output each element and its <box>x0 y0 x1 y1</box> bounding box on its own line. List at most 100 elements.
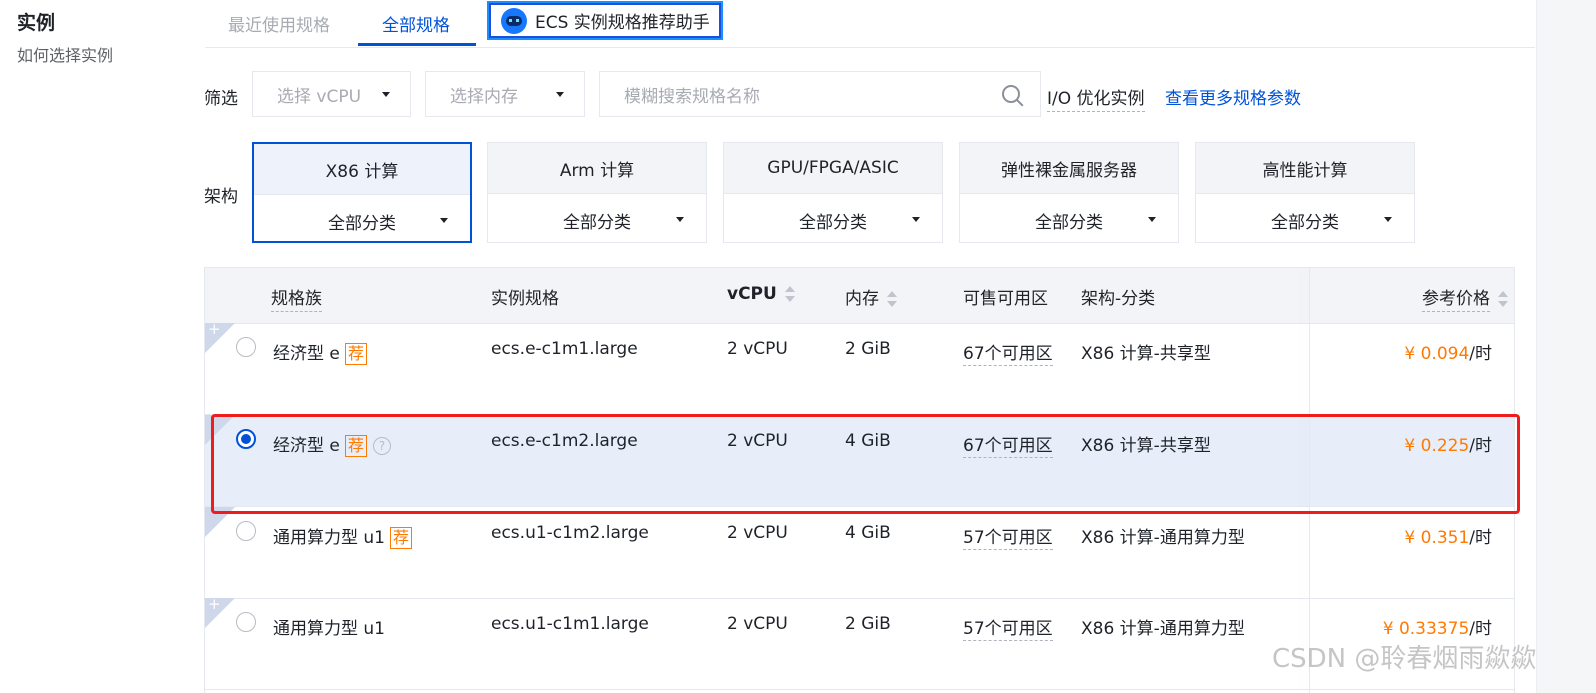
arch-card-hpc[interactable]: 高性能计算 全部分类 <box>1195 142 1415 243</box>
header-memory-label: 内存 <box>845 289 879 309</box>
header-arch: 架构-分类 <box>1081 289 1156 309</box>
arch-card-title[interactable]: GPU/FPGA/ASIC <box>724 143 942 194</box>
arch-category-label: 全部分类 <box>1035 213 1103 233</box>
row-arch: X86 计算-通用算力型 <box>1081 528 1245 548</box>
family-name: 经济型 e <box>273 344 340 364</box>
arch-card-title[interactable]: 高性能计算 <box>1196 143 1414 194</box>
assistant-label: ECS 实例规格推荐助手 <box>535 13 710 33</box>
how-to-choose-link[interactable]: 如何选择实例 <box>17 42 113 66</box>
price-column-divider <box>1309 268 1310 693</box>
row-spec: ecs.u1-c1m2.large <box>491 523 649 543</box>
plus-icon: + <box>208 595 221 613</box>
row-memory: 4 GiB <box>845 431 891 451</box>
arch-category-select[interactable]: 全部分类 <box>254 195 470 245</box>
sort-icon[interactable] <box>784 286 795 302</box>
spec-tabs: 最近使用规格 全部规格 <box>205 0 1535 48</box>
arch-category-select[interactable]: 全部分类 <box>724 194 942 244</box>
family-name: 经济型 e <box>273 436 340 456</box>
vcpu-select[interactable]: 选择 vCPU <box>252 71 411 117</box>
table-row[interactable]: 通用算力型 u1 荐 ecs.u1-c1m2.large 2 vCPU 4 GiB… <box>205 507 1514 599</box>
row-radio-checked[interactable] <box>236 429 256 449</box>
family-name: 通用算力型 u1 <box>273 619 385 639</box>
price-unit: /时 <box>1469 344 1492 364</box>
arch-card-title[interactable]: Arm 计算 <box>488 143 706 194</box>
arch-category-select[interactable]: 全部分类 <box>488 194 706 244</box>
row-family: 通用算力型 u1 荐 <box>273 523 413 549</box>
price-amount: ¥ 0.225 <box>1404 436 1470 456</box>
header-spec: 实例规格 <box>491 289 559 309</box>
chevron-down-icon <box>1148 217 1156 222</box>
family-name: 通用算力型 u1 <box>273 528 385 548</box>
memory-placeholder: 选择内存 <box>450 86 518 107</box>
memory-select[interactable]: 选择内存 <box>425 71 585 117</box>
row-family: 通用算力型 u1 <box>273 614 385 639</box>
chevron-down-icon <box>1384 217 1392 222</box>
chevron-down-icon <box>440 218 448 223</box>
row-memory: 2 GiB <box>845 614 891 634</box>
row-radio[interactable] <box>236 612 256 632</box>
row-radio[interactable] <box>236 521 256 541</box>
price-unit: /时 <box>1469 436 1492 456</box>
row-price: ¥ 0.33375/时 <box>1383 614 1492 639</box>
header-memory[interactable]: 内存 <box>845 284 897 309</box>
row-memory: 4 GiB <box>845 523 891 543</box>
row-vcpu: 2 vCPU <box>727 614 788 634</box>
watermark: CSDN @聆春烟雨歘歘 <box>1272 644 1537 674</box>
row-price: ¥ 0.351/时 <box>1404 523 1492 548</box>
table-header: 规格族 实例规格 vCPU 内存 可售可用区 架构-分类 参考价格 <box>205 268 1514 324</box>
row-radio[interactable] <box>236 337 256 357</box>
row-zones[interactable]: 67个可用区 <box>963 431 1053 458</box>
row-zones[interactable]: 67个可用区 <box>963 339 1053 366</box>
row-price: ¥ 0.094/时 <box>1404 339 1492 364</box>
row-spec: ecs.e-c1m1.large <box>491 339 638 359</box>
chevron-down-icon <box>556 92 564 97</box>
row-spec: ecs.u1-c1m1.large <box>491 614 649 634</box>
price-amount: ¥ 0.351 <box>1404 528 1470 548</box>
row-zones[interactable]: 57个可用区 <box>963 523 1053 550</box>
arch-card-title[interactable]: X86 计算 <box>254 144 470 195</box>
arch-card-x86[interactable]: X86 计算 全部分类 <box>252 142 472 243</box>
row-memory: 2 GiB <box>845 339 891 359</box>
help-icon[interactable]: ? <box>372 437 391 455</box>
io-optimized-label[interactable]: I/O 优化实例 <box>1047 84 1145 112</box>
recommend-badge: 荐 <box>344 435 367 457</box>
search-icon[interactable] <box>1002 85 1020 103</box>
sort-icon[interactable] <box>1498 291 1508 307</box>
arch-card-gpu[interactable]: GPU/FPGA/ASIC 全部分类 <box>723 142 943 243</box>
row-price: ¥ 0.225/时 <box>1404 431 1492 456</box>
chevron-down-icon <box>912 217 920 222</box>
vcpu-placeholder: 选择 vCPU <box>277 86 362 107</box>
arch-category-select[interactable]: 全部分类 <box>960 194 1178 244</box>
header-price-label: 参考价格 <box>1422 289 1490 312</box>
tab-all-specs[interactable]: 全部规格 <box>382 11 450 36</box>
arch-card-title[interactable]: 弹性裸金属服务器 <box>960 143 1178 194</box>
row-vcpu: 2 vCPU <box>727 339 788 359</box>
arch-card-arm[interactable]: Arm 计算 全部分类 <box>487 142 707 243</box>
sort-icon[interactable] <box>887 291 897 307</box>
arch-card-bare-metal[interactable]: 弹性裸金属服务器 全部分类 <box>959 142 1179 243</box>
page-scroll-area[interactable] <box>1536 0 1596 693</box>
tab-recent-specs[interactable]: 最近使用规格 <box>228 11 330 36</box>
table-row-selected[interactable]: 经济型 e 荐? ecs.e-c1m2.large 2 vCPU 4 GiB 67… <box>205 415 1514 507</box>
price-unit: /时 <box>1469 528 1492 548</box>
header-family[interactable]: 规格族 <box>271 284 322 312</box>
spec-assistant-button[interactable]: ECS 实例规格推荐助手 <box>487 1 723 40</box>
architecture-label: 架构 <box>204 187 238 207</box>
header-vcpu-label: vCPU <box>727 284 777 304</box>
header-price[interactable]: 参考价格 <box>1422 284 1508 312</box>
arch-category-label: 全部分类 <box>328 214 396 234</box>
row-vcpu: 2 vCPU <box>727 523 788 543</box>
row-zones[interactable]: 57个可用区 <box>963 614 1053 641</box>
arch-category-select[interactable]: 全部分类 <box>1196 194 1414 244</box>
table-row[interactable]: + 经济型 e荐 ecs.e-c1m1.large 2 vCPU 2 GiB 6… <box>205 320 1514 415</box>
more-params-link[interactable]: 查看更多规格参数 <box>1165 84 1301 109</box>
header-vcpu[interactable]: vCPU <box>727 284 795 304</box>
filter-label: 筛选 <box>204 89 238 109</box>
arch-category-label: 全部分类 <box>799 213 867 233</box>
spec-search-input[interactable]: 模糊搜索规格名称 <box>599 71 1041 117</box>
row-arch: X86 计算-共享型 <box>1081 344 1211 364</box>
chevron-down-icon <box>382 92 390 97</box>
row-arch: X86 计算-通用算力型 <box>1081 619 1245 639</box>
price-unit: /时 <box>1469 619 1492 639</box>
search-placeholder: 模糊搜索规格名称 <box>624 86 760 107</box>
